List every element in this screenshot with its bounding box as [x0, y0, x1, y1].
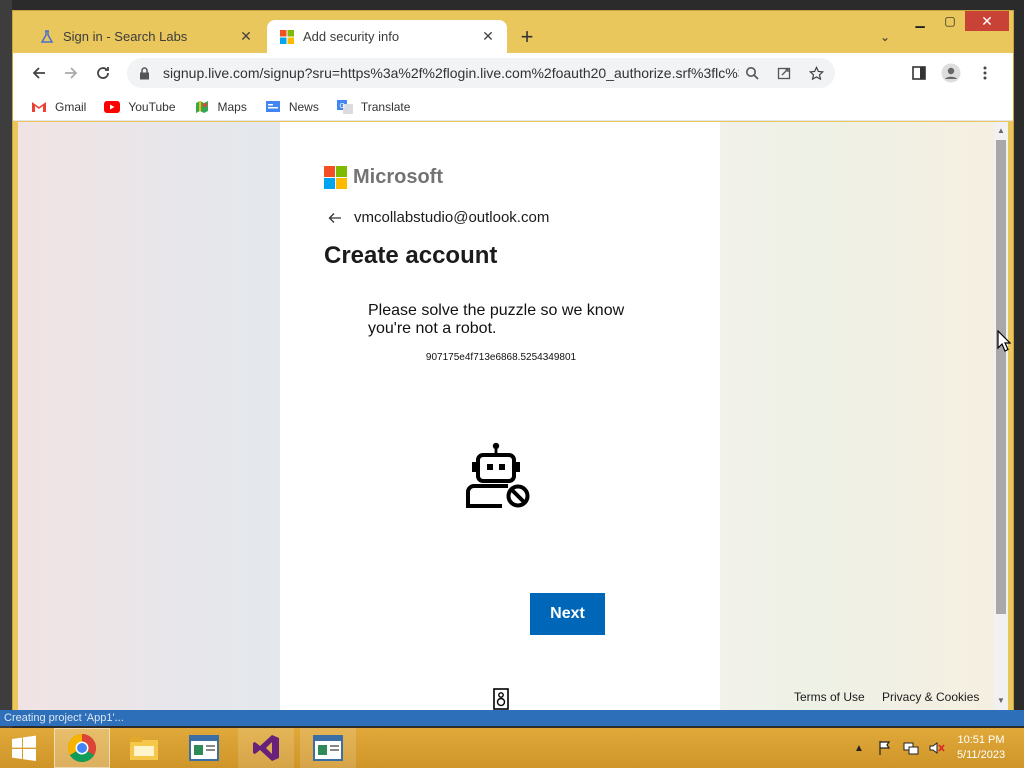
- next-button[interactable]: Next: [530, 593, 605, 635]
- url-text: signup.live.com/signup?sru=https%3a%2f%2…: [163, 65, 739, 81]
- bookmark-news[interactable]: News: [265, 100, 319, 114]
- menu-dots-icon[interactable]: [971, 59, 999, 87]
- translate-icon: G: [336, 99, 353, 114]
- flask-icon: [39, 29, 55, 45]
- app-window-icon-2[interactable]: [300, 728, 356, 768]
- chrome-taskbar-icon[interactable]: [54, 728, 110, 768]
- bookmarks-bar: Gmail YouTube Maps News G Translate: [13, 93, 1013, 121]
- privacy-cookies-link[interactable]: Privacy & Cookies: [882, 690, 979, 704]
- microsoft-icon: [279, 29, 295, 45]
- browser-window: Sign in - Search Labs ✕ Add security inf…: [12, 10, 1014, 716]
- page-title: Create account: [324, 242, 498, 269]
- search-icon[interactable]: [739, 60, 765, 86]
- page-content: Microsoft vmcollabstudio@outlook.com Cre…: [18, 122, 1008, 710]
- scroll-down-icon[interactable]: ▼: [997, 696, 1005, 705]
- clock-date: 5/11/2023: [956, 749, 1006, 761]
- bookmark-maps[interactable]: Maps: [194, 100, 247, 114]
- side-panel-icon[interactable]: [905, 59, 933, 87]
- chevron-down-icon[interactable]: ⌄: [875, 27, 895, 47]
- bookmark-label: Translate: [360, 99, 411, 114]
- tab-title: Sign in - Search Labs: [63, 29, 188, 44]
- address-bar[interactable]: signup.live.com/signup?sru=https%3a%2f%2…: [127, 58, 835, 88]
- back-arrow-icon[interactable]: [25, 59, 53, 87]
- tab-sign-in-search-labs[interactable]: Sign in - Search Labs ✕: [27, 20, 265, 53]
- bookmark-translate[interactable]: G Translate: [336, 99, 411, 114]
- tab-add-security-info[interactable]: Add security info ✕: [267, 20, 507, 53]
- volume-muted-icon[interactable]: [928, 739, 946, 757]
- mouse-cursor-icon: [997, 330, 1011, 352]
- close-tab-icon[interactable]: ✕: [477, 26, 499, 48]
- taskbar-clock[interactable]: 10:51 PM 5/11/2023: [946, 733, 1016, 763]
- bookmark-gmail[interactable]: Gmail: [31, 100, 86, 114]
- network-icon[interactable]: [902, 739, 920, 757]
- identity-banner[interactable]: vmcollabstudio@outlook.com: [328, 209, 549, 226]
- plus-icon[interactable]: +: [515, 24, 539, 49]
- profile-icon[interactable]: [937, 59, 965, 87]
- session-id: 907175e4f713e6868.5254349801: [425, 352, 577, 363]
- speaker-icon[interactable]: [493, 688, 509, 710]
- tab-strip: Sign in - Search Labs ✕ Add security inf…: [13, 11, 1013, 53]
- news-icon: [265, 100, 281, 114]
- share-icon[interactable]: [771, 60, 797, 86]
- system-tray: ▲: [850, 728, 954, 768]
- robot-blocked-icon: [466, 442, 530, 508]
- windows-start-icon[interactable]: [4, 728, 44, 768]
- minimize-button[interactable]: ▁: [907, 11, 933, 31]
- bookmark-label: YouTube: [128, 99, 176, 114]
- app-window-icon[interactable]: [176, 728, 232, 768]
- forward-arrow-icon[interactable]: [57, 59, 85, 87]
- maximize-button[interactable]: ▢: [937, 11, 963, 31]
- gmail-icon: [31, 100, 47, 114]
- tab-title: Add security info: [303, 29, 400, 44]
- bookmark-label: Maps: [217, 99, 247, 114]
- terms-of-use-link[interactable]: Terms of Use: [794, 690, 865, 704]
- close-tab-icon[interactable]: ✕: [235, 26, 257, 48]
- maps-icon: [194, 100, 210, 114]
- bookmark-label: Gmail: [55, 99, 87, 114]
- browser-toolbar: signup.live.com/signup?sru=https%3a%2f%2…: [13, 53, 1013, 93]
- taskbar: ▲ 10:51 PM 5/11/2023: [0, 728, 1024, 768]
- svg-text:G: G: [339, 103, 344, 110]
- signup-card: Microsoft vmcollabstudio@outlook.com Cre…: [280, 122, 720, 710]
- microsoft-logo: Microsoft: [324, 166, 443, 189]
- show-hidden-icons-icon[interactable]: ▲: [850, 739, 868, 757]
- brand-wordmark: Microsoft: [353, 166, 443, 188]
- star-icon[interactable]: [803, 60, 829, 86]
- status-notification: Creating project 'App1'...: [0, 710, 1024, 726]
- microsoft-logo-icon: [324, 166, 347, 189]
- desktop-edge: [0, 0, 12, 728]
- bookmark-label: News: [288, 99, 319, 114]
- back-arrow-icon[interactable]: [328, 212, 344, 224]
- visual-studio-icon[interactable]: [238, 728, 294, 768]
- youtube-icon: [104, 100, 121, 114]
- scroll-thumb[interactable]: [996, 140, 1006, 614]
- reload-icon[interactable]: [89, 59, 117, 87]
- clock-time: 10:51 PM: [957, 734, 1005, 746]
- bookmark-youtube[interactable]: YouTube: [104, 99, 176, 114]
- lock-icon: [139, 66, 153, 80]
- scrollbar[interactable]: ▲ ▼: [994, 122, 1008, 710]
- account-email: vmcollabstudio@outlook.com: [354, 209, 550, 226]
- close-window-button[interactable]: ✕: [965, 11, 1009, 31]
- scroll-up-icon[interactable]: ▲: [997, 126, 1005, 135]
- action-center-flag-icon[interactable]: [876, 739, 894, 757]
- file-explorer-icon[interactable]: [116, 728, 172, 768]
- puzzle-prompt: Please solve the puzzle so we know you'r…: [368, 302, 625, 337]
